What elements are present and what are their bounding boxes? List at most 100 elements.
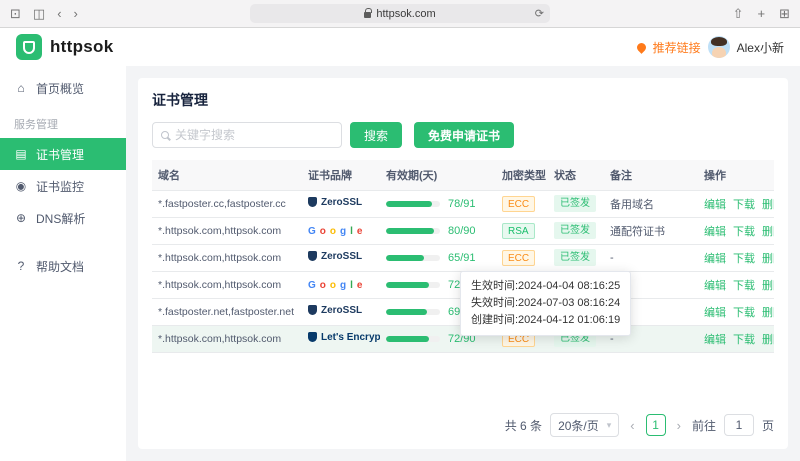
download-link[interactable]: 下载	[733, 334, 755, 346]
validity-days: 65/91	[448, 252, 476, 264]
sidebar-item[interactable]: ◉证书监控	[0, 170, 126, 202]
flame-icon	[635, 41, 648, 54]
certificate-card: 证书管理 搜索 免费申请证书 域名证书品牌有效期(天)加密类型状	[138, 78, 788, 449]
download-link[interactable]: 下载	[733, 226, 755, 238]
sidebar-item[interactable]: ▤证书管理	[0, 138, 126, 170]
edit-link[interactable]: 编辑	[704, 199, 726, 211]
download-link[interactable]: 下载	[733, 253, 755, 265]
google-logo-letter: g	[340, 280, 346, 291]
column-header: 备注	[604, 160, 698, 190]
type-cell: ECC	[496, 244, 548, 271]
browser-right-icons: ⇧ + ⊞	[733, 7, 790, 20]
goto-page-input[interactable]	[724, 414, 754, 436]
table-header-row: 域名证书品牌有效期(天)加密类型状态备注操作	[152, 160, 774, 190]
tooltip-line: 创建时间:2024-04-12 01:06:19	[471, 312, 620, 329]
progress-fill	[386, 255, 424, 261]
brand-name: Let's Encrypt	[321, 332, 380, 343]
google-logo-letter: o	[320, 226, 326, 237]
progress-fill	[386, 228, 434, 234]
search-box[interactable]	[152, 122, 342, 148]
table-row[interactable]: *.httpsok.com,httpsok.com ZeroSSL 65/91 ECC…	[152, 244, 774, 271]
progress-fill	[386, 336, 429, 342]
tooltip-line: 失效时间:2024-07-03 08:16:24	[471, 295, 620, 312]
edit-link[interactable]: 编辑	[704, 307, 726, 319]
domain-cell: *.httpsok.com,httpsok.com	[152, 244, 302, 271]
edit-link[interactable]: 编辑	[704, 280, 726, 292]
edit-link[interactable]: 编辑	[704, 334, 726, 346]
download-link[interactable]: 下载	[733, 199, 755, 211]
upload-icon[interactable]: ⇧	[733, 7, 744, 20]
table-row[interactable]: *.fastposter.cc,fastposter.ccZeroSSL78/9…	[152, 190, 774, 217]
domain-cell: *.httpsok.com,httpsok.com	[152, 325, 302, 352]
google-logo-letter: G	[308, 280, 316, 291]
new-tab-icon[interactable]: +	[758, 7, 766, 20]
column-header: 证书品牌	[302, 160, 380, 190]
back-icon[interactable]: ‹	[57, 7, 61, 20]
sidebar-item-label: 首页概览	[36, 80, 84, 97]
edit-link[interactable]: 编辑	[704, 226, 726, 238]
download-link[interactable]: 下载	[733, 280, 755, 292]
brand-name: ZeroSSL	[321, 197, 362, 208]
brand-logo: ZeroSSL	[308, 251, 362, 262]
google-logo-letter: e	[357, 280, 363, 291]
domain-cell: *.fastposter.cc,fastposter.cc	[152, 190, 302, 217]
sidebar-group-label: 服务管理	[0, 104, 126, 138]
certificate-icon: ▤	[14, 147, 28, 161]
google-logo-letter: o	[320, 280, 326, 291]
status-badge: 已签发	[554, 249, 596, 266]
brand-logo: ZeroSSL	[308, 305, 362, 316]
address-bar[interactable]: httpsok.com ⟳	[250, 4, 550, 23]
share-icon[interactable]: ⊡	[10, 7, 21, 20]
promo-link[interactable]: 推荐链接	[653, 39, 701, 56]
toolbar: 搜索 免费申请证书	[152, 122, 774, 148]
delete-link[interactable]: 删除	[762, 334, 774, 346]
page-size-select[interactable]: 20条/页 ▾	[550, 413, 619, 437]
refresh-icon[interactable]: ⟳	[535, 7, 544, 20]
delete-link[interactable]: 删除	[762, 280, 774, 292]
sidebar-item-label: 帮助文档	[36, 258, 84, 275]
current-page-button[interactable]: 1	[646, 414, 666, 436]
page-unit-label: 页	[762, 417, 774, 434]
download-link[interactable]: 下载	[733, 307, 755, 319]
prev-page-button[interactable]: ‹	[627, 418, 637, 433]
apply-certificate-button[interactable]: 免费申请证书	[414, 122, 514, 148]
validity-cell: 80/90	[380, 217, 496, 244]
brand-logo: Google	[308, 226, 362, 237]
sidebar-item[interactable]: ⊕DNS解析	[0, 202, 126, 234]
domain-cell: *.httpsok.com,httpsok.com	[152, 217, 302, 244]
home-icon: ⌂	[14, 81, 28, 95]
column-header: 状态	[548, 160, 604, 190]
help-icon: ?	[14, 259, 28, 273]
search-input[interactable]	[175, 128, 333, 142]
column-header: 加密类型	[496, 160, 548, 190]
forward-icon[interactable]: ›	[74, 7, 78, 20]
progress-bar	[386, 282, 440, 288]
delete-link[interactable]: 删除	[762, 253, 774, 265]
progress-bar	[386, 255, 440, 261]
status-badge: 已签发	[554, 195, 596, 212]
brand-name: ZeroSSL	[321, 305, 362, 316]
progress-bar	[386, 336, 440, 342]
delete-link[interactable]: 删除	[762, 226, 774, 238]
status-badge: 已签发	[554, 222, 596, 239]
search-button[interactable]: 搜索	[350, 122, 402, 148]
tooltip-line: 生效时间:2024-04-04 08:16:25	[471, 278, 620, 295]
note-cell: 通配符证书	[604, 217, 698, 244]
tabs-overview-icon[interactable]: ⊞	[779, 7, 790, 20]
table-row[interactable]: *.httpsok.com,httpsok.comGoogle80/90RSA已…	[152, 217, 774, 244]
sidebar-toggle-icon[interactable]: ◫	[33, 7, 45, 20]
delete-link[interactable]: 删除	[762, 199, 774, 211]
delete-link[interactable]: 删除	[762, 307, 774, 319]
brand-cell: Google	[302, 217, 380, 244]
brand-cell: ZeroSSL	[302, 244, 380, 271]
next-page-button[interactable]: ›	[674, 418, 684, 433]
note-cell: 备用域名	[604, 190, 698, 217]
actions-cell: 编辑下载删除	[698, 217, 774, 244]
goto-label: 前往	[692, 417, 716, 434]
sidebar-item[interactable]: ⌂ 首页概览	[0, 72, 126, 104]
brand-logo: Let's Encrypt	[308, 332, 380, 343]
avatar[interactable]	[708, 36, 730, 58]
sidebar-item[interactable]: ? 帮助文档	[0, 250, 126, 282]
zerossl-logo-icon	[308, 251, 317, 261]
edit-link[interactable]: 编辑	[704, 253, 726, 265]
